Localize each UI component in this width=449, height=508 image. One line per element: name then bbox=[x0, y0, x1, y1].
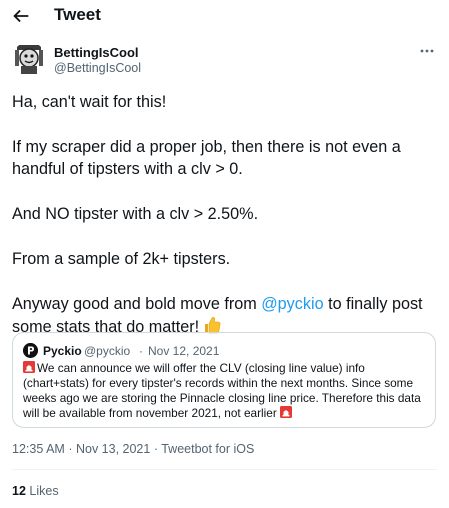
quoted-date: Nov 12, 2021 bbox=[148, 344, 220, 358]
tweet-source[interactable]: Tweetbot for iOS bbox=[161, 442, 254, 456]
quoted-tweet[interactable]: Pyckio @pyckio · Nov 12, 2021 We can ann… bbox=[12, 332, 436, 428]
separator-dot: · bbox=[68, 442, 73, 456]
author-handle[interactable]: @BettingIsCool bbox=[54, 61, 141, 75]
page-title: Tweet bbox=[54, 5, 101, 24]
tweet-line: If my scraper did a proper job, then the… bbox=[12, 138, 401, 178]
separator-dot: · bbox=[139, 344, 143, 358]
divider bbox=[12, 469, 437, 470]
likes-stat[interactable]: 12 Likes bbox=[12, 484, 59, 498]
quoted-text: We can announce we will offer the CLV (c… bbox=[23, 361, 433, 421]
quoted-text-content: We can announce we will offer the CLV (c… bbox=[23, 361, 421, 420]
mention-link[interactable]: @pyckio bbox=[261, 295, 323, 313]
quoted-handle: @pyckio bbox=[84, 344, 131, 358]
tweet-date[interactable]: Nov 13, 2021 bbox=[76, 442, 150, 456]
top-bar: Tweet bbox=[0, 0, 449, 32]
tweet-line: And NO tipster with a clv > 2.50%. bbox=[12, 205, 259, 223]
quoted-avatar bbox=[23, 343, 38, 358]
tweet-text-segment: Anyway good and bold move from bbox=[12, 295, 262, 313]
tweet-meta: 12:35 AM · Nov 13, 2021 · Tweetbot for i… bbox=[12, 442, 254, 456]
tweet-time[interactable]: 12:35 AM bbox=[12, 442, 65, 456]
tweet-text: Ha, can't wait for this! If my scraper d… bbox=[12, 91, 440, 338]
likes-count: 12 bbox=[12, 484, 26, 498]
author-display-name[interactable]: BettingIsCool bbox=[54, 45, 139, 60]
more-horizontal-icon[interactable] bbox=[419, 44, 435, 58]
likes-label: Likes bbox=[29, 484, 59, 498]
police-light-icon bbox=[280, 406, 293, 418]
police-light-icon bbox=[23, 361, 35, 373]
avatar[interactable] bbox=[12, 42, 46, 76]
tweet-line: Ha, can't wait for this! bbox=[12, 93, 167, 111]
separator-dot: · bbox=[153, 442, 158, 456]
tweet-author: BettingIsCool @BettingIsCool bbox=[12, 42, 437, 82]
tweet-line: From a sample of 2k+ tipsters. bbox=[12, 250, 231, 268]
quoted-display-name: Pyckio bbox=[43, 344, 82, 358]
arrow-left-icon[interactable] bbox=[10, 5, 32, 27]
